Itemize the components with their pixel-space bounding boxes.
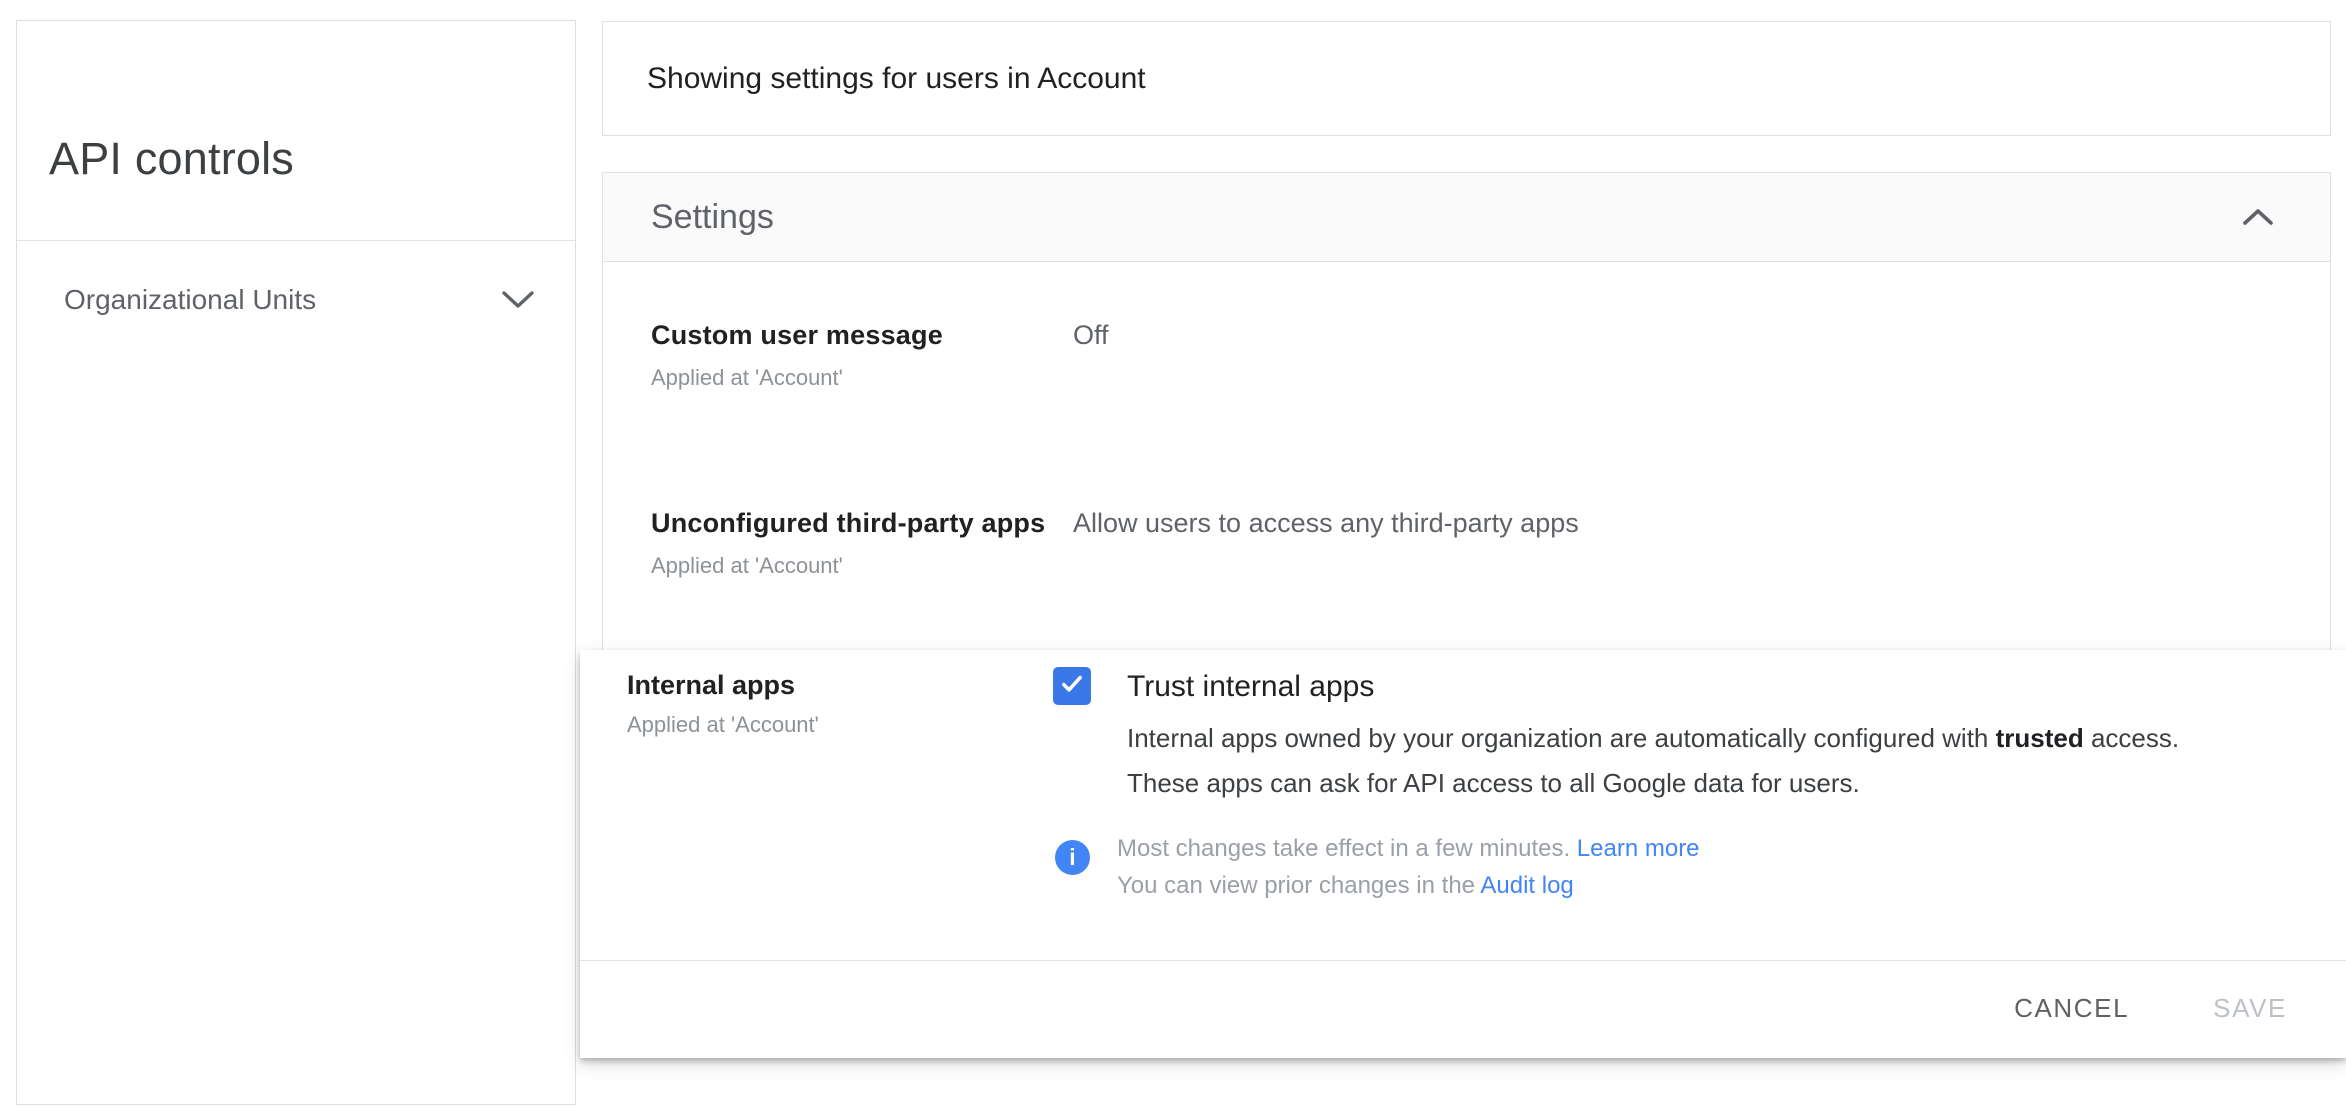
setting-applied-at: Applied at 'Account': [651, 365, 843, 390]
scope-bar: Showing settings for users in Account: [602, 21, 2331, 136]
internal-apps-applied-at: Applied at 'Account': [627, 712, 819, 737]
trust-description-line2: These apps can ask for API access to all…: [1127, 768, 1860, 798]
desc-prefix: Internal apps owned by your organization…: [1127, 723, 1996, 753]
api-controls-sidebar: API controls Organizational Units: [16, 20, 576, 1105]
learn-more-link[interactable]: Learn more: [1577, 835, 1700, 862]
settings-panel: Settings Custom user message Applied at …: [602, 172, 2331, 658]
chevron-down-icon: [501, 290, 535, 310]
trust-description: Internal apps owned by your organization…: [1127, 716, 2179, 806]
trust-internal-apps-checkbox[interactable]: [1053, 667, 1091, 705]
setting-applied-at: Applied at 'Account': [651, 553, 843, 578]
sidebar-item-organizational-units[interactable]: Organizational Units: [17, 264, 575, 336]
buttons-divider: [580, 960, 2346, 961]
trust-internal-apps-label[interactable]: Trust internal apps: [1127, 670, 1374, 704]
page-title: API controls: [49, 133, 295, 184]
internal-apps-title: Internal apps: [627, 670, 796, 700]
setting-title: Unconfigured third-party apps: [651, 508, 1046, 538]
scope-text: Showing settings for users in Account: [647, 61, 1146, 95]
info-icon: i: [1055, 840, 1090, 875]
chevron-up-icon: [2242, 208, 2274, 226]
internal-apps-edit-card: Internal apps Applied at 'Account' Trust…: [580, 650, 2346, 1058]
settings-panel-title: Settings: [651, 197, 774, 236]
audit-log-link[interactable]: Audit log: [1480, 872, 1573, 899]
setting-value-custom-user-message: Off: [1073, 320, 1109, 350]
api-controls-page: { "sidebar": { "title": "API controls", …: [0, 0, 2346, 1110]
info-line2-text: You can view prior changes in the: [1117, 872, 1481, 899]
cancel-button[interactable]: CANCEL: [2014, 993, 2129, 1024]
checkbox-checked-icon: [1058, 670, 1086, 703]
sidebar-divider: [17, 240, 575, 241]
settings-panel-header: Settings: [603, 173, 2330, 262]
setting-row-unconfigured-third-party-apps[interactable]: Unconfigured third-party apps Applied at…: [651, 508, 1045, 579]
info-note: Most changes take effect in a few minute…: [1117, 830, 1700, 904]
info-note-line2: You can view prior changes in the Audit …: [1117, 867, 1700, 904]
info-note-line1: Most changes take effect in a few minute…: [1117, 830, 1700, 867]
setting-title: Custom user message: [651, 320, 943, 350]
info-line1-text: Most changes take effect in a few minute…: [1117, 835, 1577, 862]
card-actions: CANCEL SAVE: [2014, 980, 2287, 1036]
setting-value-unconfigured-third-party-apps: Allow users to access any third-party ap…: [1073, 508, 1579, 538]
desc-suffix: access.: [2083, 723, 2180, 753]
organizational-units-label: Organizational Units: [64, 284, 317, 315]
trust-description-line1: Internal apps owned by your organization…: [1127, 716, 2179, 761]
desc-bold-trusted: trusted: [1995, 723, 2084, 753]
save-button[interactable]: SAVE: [2213, 993, 2287, 1024]
setting-row-custom-user-message[interactable]: Custom user message Applied at 'Account': [651, 320, 943, 391]
collapse-settings-button[interactable]: [2230, 189, 2286, 245]
